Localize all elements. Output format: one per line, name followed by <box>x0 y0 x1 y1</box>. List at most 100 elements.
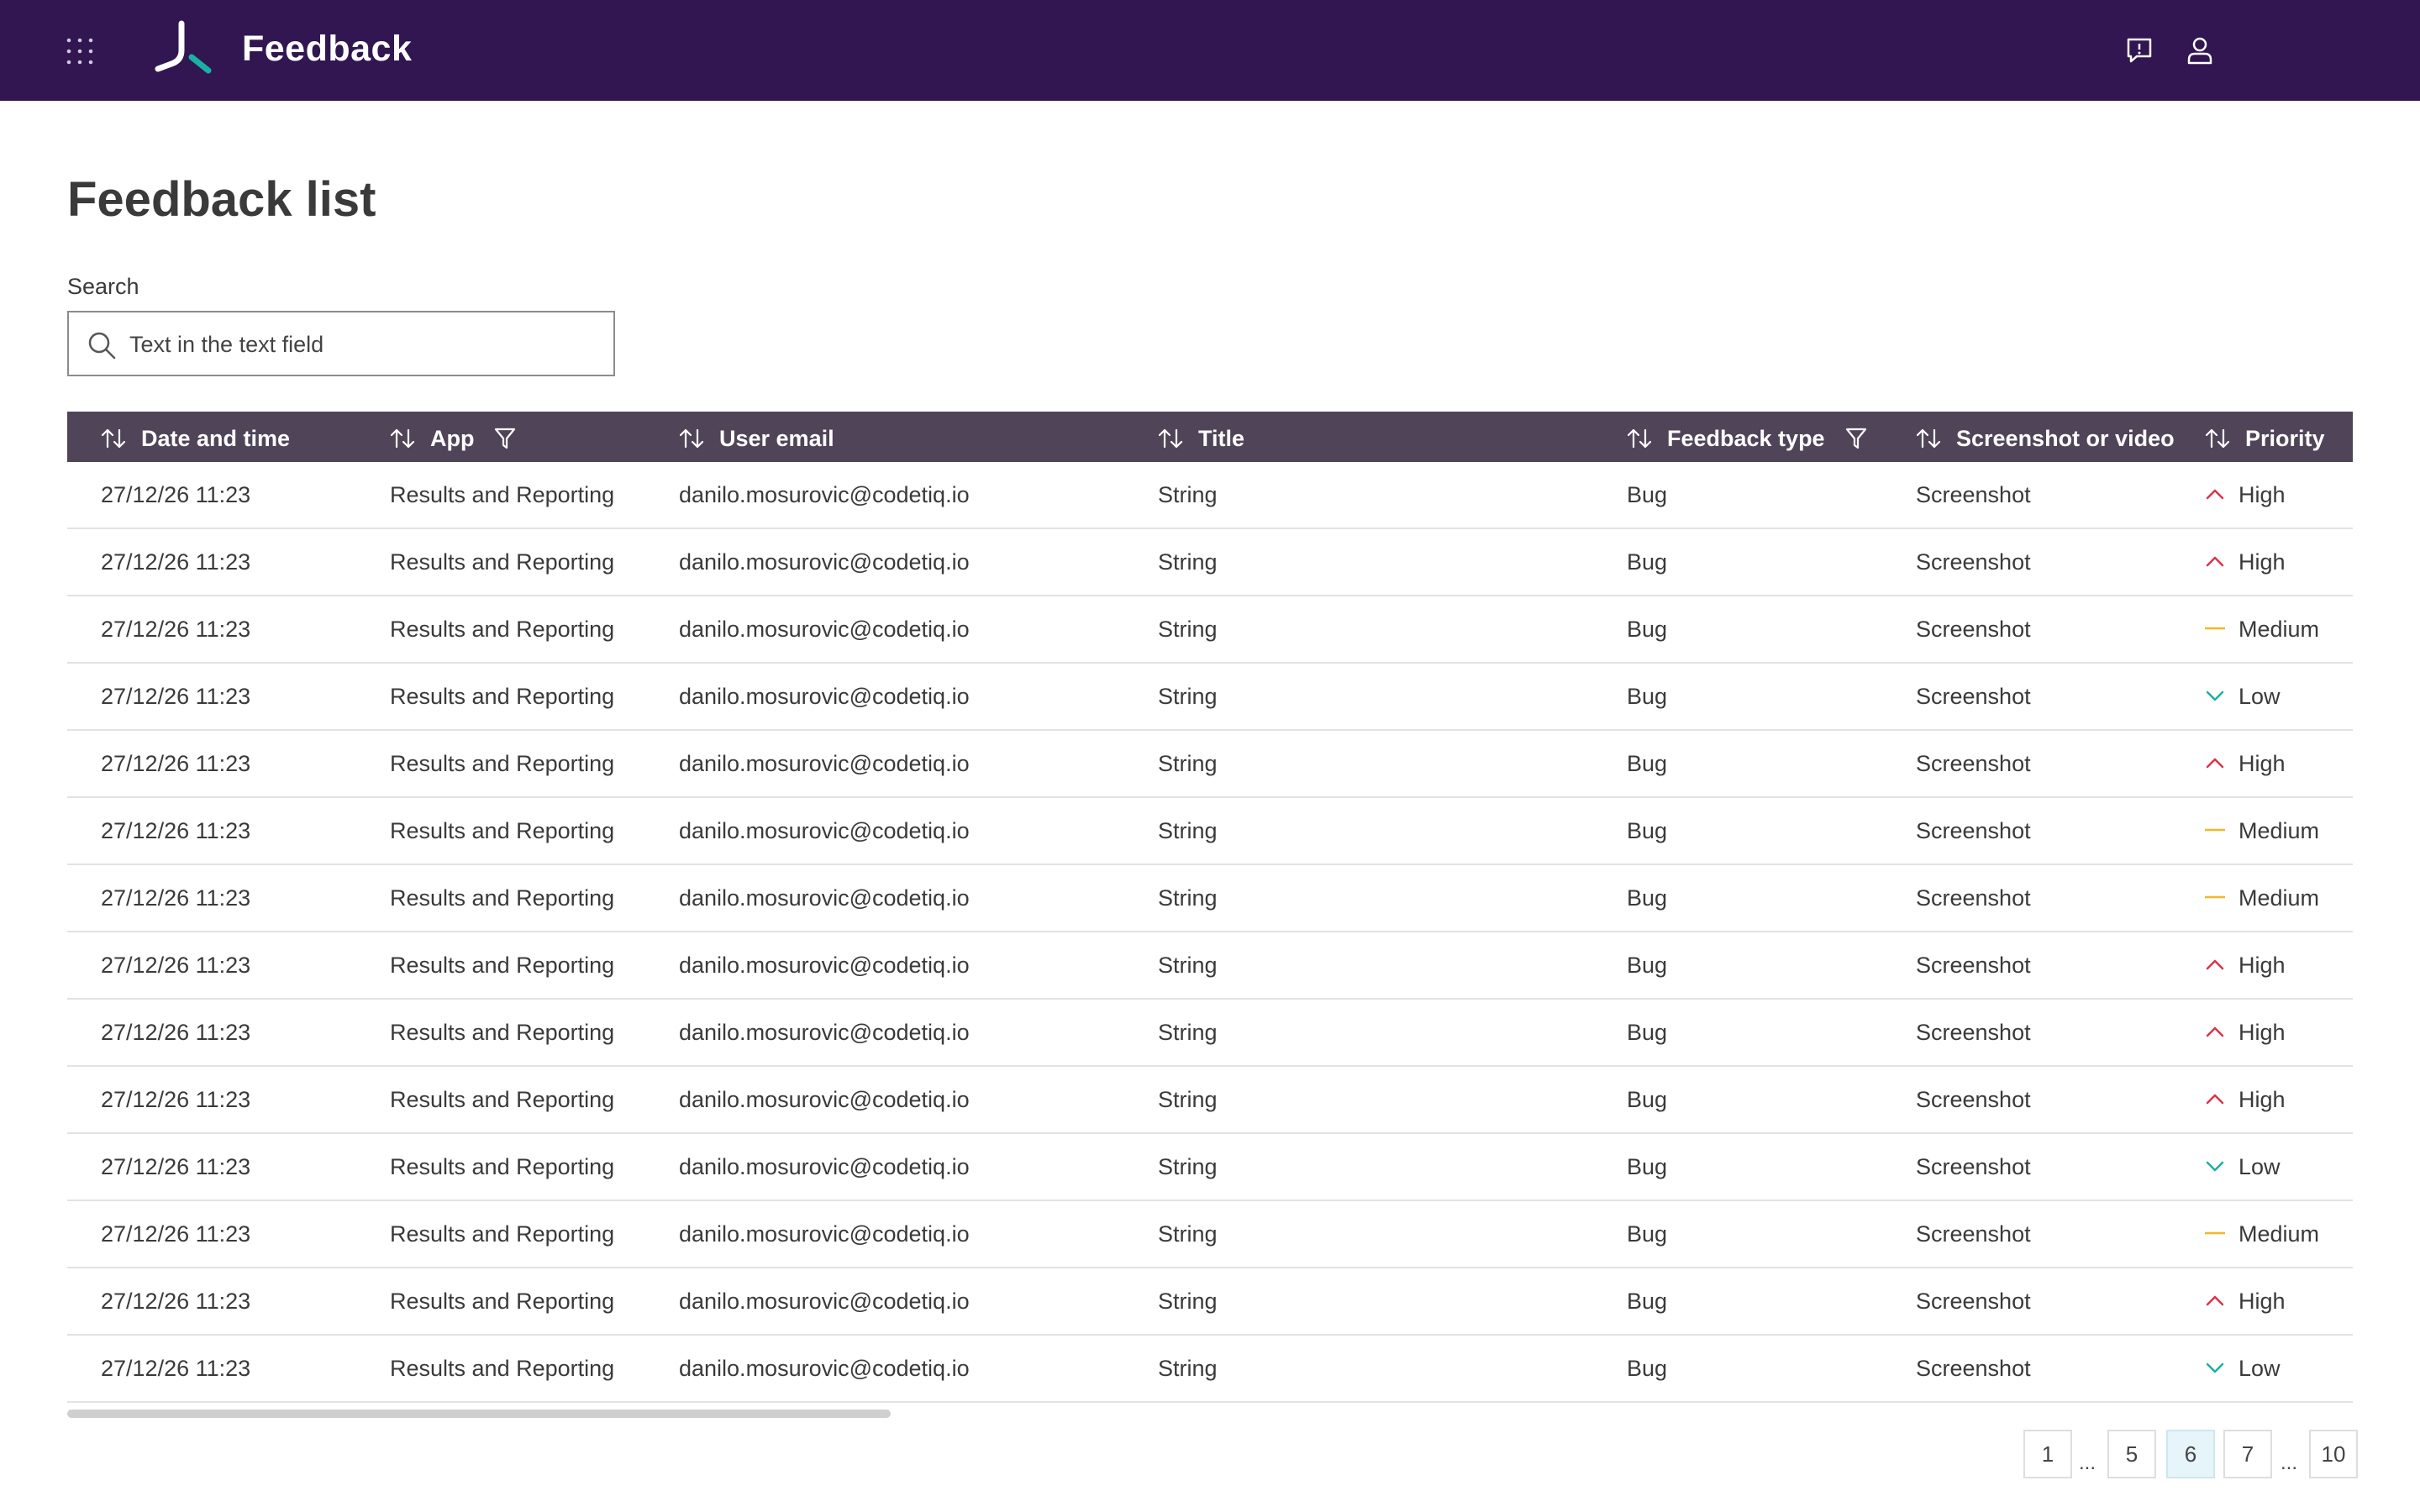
cell-priority: High <box>2238 1087 2286 1112</box>
page-button-1[interactable]: 1 <box>2023 1430 2072 1478</box>
cell-email: danilo.mosurovic@codetiq.io <box>679 1221 970 1247</box>
column-header-title[interactable]: Title <box>1158 412 1244 462</box>
cell-media: Screenshot <box>1916 953 2031 978</box>
table-body: 27/12/26 11:23 Results and Reporting danil… <box>67 462 2353 1403</box>
cell-priority: Medium <box>2238 818 2320 843</box>
sort-icon[interactable] <box>1627 428 1652 449</box>
cell-app: Results and Reporting <box>390 549 615 575</box>
top-navigation-bar: Feedback <box>0 0 2420 101</box>
sort-icon[interactable] <box>1158 428 1183 449</box>
page-button-10[interactable]: 10 <box>2309 1430 2358 1478</box>
chevron-up-icon <box>2206 556 2224 567</box>
sort-icon[interactable] <box>679 428 704 449</box>
cell-priority: Medium <box>2238 885 2320 911</box>
cell-email: danilo.mosurovic@codetiq.io <box>679 1356 970 1381</box>
horizontal-scrollbar[interactable] <box>67 1410 891 1418</box>
table-row[interactable]: 27/12/26 11:23 Results and Reporting danil… <box>67 596 2353 664</box>
table-row[interactable]: 27/12/26 11:23 Results and Reporting danil… <box>67 731 2353 798</box>
cell-date: 27/12/26 11:23 <box>101 684 251 709</box>
cell-title: String <box>1158 1020 1218 1045</box>
search-input[interactable] <box>128 324 602 365</box>
cell-type: Bug <box>1627 482 1668 507</box>
feedback-icon[interactable] <box>2124 35 2154 66</box>
table-row[interactable]: 27/12/26 11:23 Results and Reporting danil… <box>67 1067 2353 1134</box>
cell-app: Results and Reporting <box>390 1154 615 1179</box>
page-button-6[interactable]: 6 <box>2166 1430 2215 1478</box>
cell-type: Bug <box>1627 617 1668 642</box>
table-row[interactable]: 27/12/26 11:23 Results and Reporting danil… <box>67 1201 2353 1268</box>
cell-app: Results and Reporting <box>390 1020 615 1045</box>
table-row[interactable]: 27/12/26 11:23 Results and Reporting danil… <box>67 1134 2353 1201</box>
table-row[interactable]: 27/12/26 11:23 Results and Reporting danil… <box>67 1268 2353 1336</box>
sort-icon[interactable] <box>390 428 415 449</box>
cell-email: danilo.mosurovic@codetiq.io <box>679 953 970 978</box>
page-button-7[interactable]: 7 <box>2223 1430 2272 1478</box>
search-label: Search <box>67 274 139 299</box>
cell-type: Bug <box>1627 684 1668 709</box>
cell-type: Bug <box>1627 751 1668 776</box>
cell-app: Results and Reporting <box>390 1356 615 1381</box>
table-row[interactable]: 27/12/26 11:23 Results and Reporting danil… <box>67 932 2353 1000</box>
column-header-label: Feedback type <box>1667 425 1825 451</box>
chevron-down-icon <box>2206 1362 2224 1373</box>
cell-priority: Low <box>2238 1356 2281 1381</box>
search-icon <box>88 332 116 360</box>
table-row[interactable]: 27/12/26 11:23 Results and Reporting danil… <box>67 1000 2353 1067</box>
cell-email: danilo.mosurovic@codetiq.io <box>679 617 970 642</box>
cell-media: Screenshot <box>1916 1221 2031 1247</box>
filter-icon[interactable] <box>494 427 516 450</box>
cell-media: Screenshot <box>1916 1289 2031 1314</box>
sort-icon[interactable] <box>101 428 126 449</box>
cell-media: Screenshot <box>1916 751 2031 776</box>
cell-email: danilo.mosurovic@codetiq.io <box>679 885 970 911</box>
column-header-media[interactable]: Screenshot or video <box>1916 412 2175 462</box>
table-row[interactable]: 27/12/26 11:23 Results and Reporting danil… <box>67 664 2353 731</box>
table-row[interactable]: 27/12/26 11:23 Results and Reporting danil… <box>67 529 2353 596</box>
cell-priority: High <box>2238 549 2286 575</box>
cell-type: Bug <box>1627 1087 1668 1112</box>
chevron-up-icon <box>2206 1094 2224 1105</box>
column-header-email[interactable]: User email <box>679 412 834 462</box>
cell-email: danilo.mosurovic@codetiq.io <box>679 1020 970 1045</box>
cell-date: 27/12/26 11:23 <box>101 1020 251 1045</box>
feedback-table: Date and time App User email Title Feedback … <box>67 412 2353 1403</box>
column-header-date[interactable]: Date and time <box>101 412 290 462</box>
column-header-priority[interactable]: Priority <box>2205 412 2325 462</box>
table-row[interactable]: 27/12/26 11:23 Results and Reporting danil… <box>67 798 2353 865</box>
chevron-up-icon <box>2206 1026 2224 1037</box>
chevron-up-icon <box>2206 489 2224 500</box>
cell-media: Screenshot <box>1916 1154 2031 1179</box>
cell-media: Screenshot <box>1916 482 2031 507</box>
column-header-app[interactable]: App <box>390 412 516 462</box>
cell-email: danilo.mosurovic@codetiq.io <box>679 549 970 575</box>
column-header-label: Priority <box>2245 425 2325 451</box>
app-logo[interactable] <box>153 20 213 76</box>
filter-icon[interactable] <box>1845 427 1867 450</box>
apps-grid-icon[interactable] <box>66 37 94 66</box>
cell-app: Results and Reporting <box>390 818 615 843</box>
cell-priority: High <box>2238 482 2286 507</box>
cell-title: String <box>1158 1087 1218 1112</box>
table-row[interactable]: 27/12/26 11:23 Results and Reporting danil… <box>67 865 2353 932</box>
cell-media: Screenshot <box>1916 1020 2031 1045</box>
table-row[interactable]: 27/12/26 11:23 Results and Reporting danil… <box>67 462 2353 529</box>
cell-type: Bug <box>1627 1020 1668 1045</box>
column-header-label: Screenshot or video <box>1956 425 2175 451</box>
chevron-up-icon <box>2206 1295 2224 1306</box>
page-button-5[interactable]: 5 <box>2107 1430 2156 1478</box>
cell-date: 27/12/26 11:23 <box>101 1289 251 1314</box>
cell-app: Results and Reporting <box>390 684 615 709</box>
user-icon[interactable] <box>2185 35 2215 66</box>
cell-date: 27/12/26 11:23 <box>101 818 251 843</box>
search-field[interactable] <box>67 311 615 376</box>
cell-app: Results and Reporting <box>390 1289 615 1314</box>
table-row[interactable]: 27/12/26 11:23 Results and Reporting danil… <box>67 1336 2353 1403</box>
cell-email: danilo.mosurovic@codetiq.io <box>679 1087 970 1112</box>
sort-icon[interactable] <box>1916 428 1941 449</box>
cell-type: Bug <box>1627 885 1668 911</box>
cell-title: String <box>1158 1221 1218 1247</box>
cell-priority: Medium <box>2238 1221 2320 1247</box>
sort-icon[interactable] <box>2205 428 2230 449</box>
column-header-type[interactable]: Feedback type <box>1627 412 1867 462</box>
cell-title: String <box>1158 1154 1218 1179</box>
